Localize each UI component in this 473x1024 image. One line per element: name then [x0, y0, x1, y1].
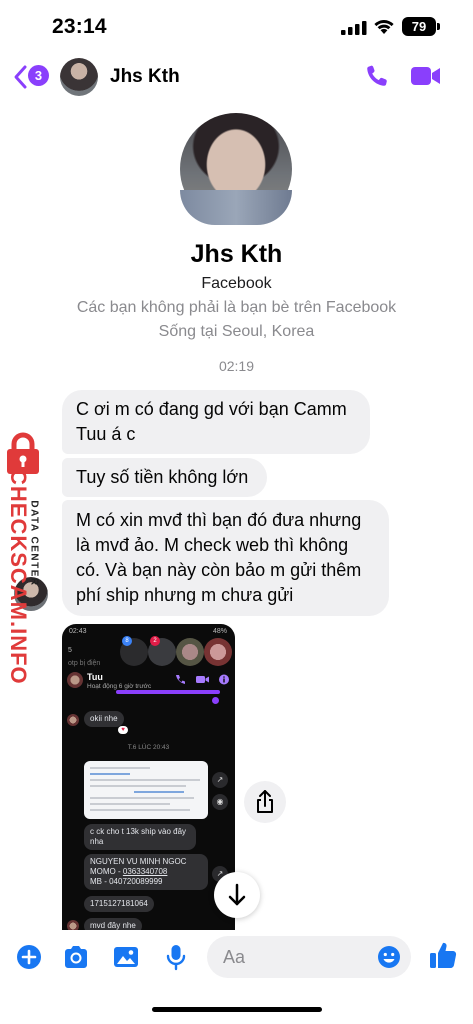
- message-bubble[interactable]: C ơi m có đang gd với bạn Camm Tuu á c: [62, 390, 370, 454]
- profile-picture-detail: [180, 190, 292, 225]
- screenshot-preview-text: otp bị điện: [68, 660, 101, 667]
- message-bubble[interactable]: Tuy số tiền không lớn: [62, 458, 267, 497]
- screenshot-chat-heads: 5 8 2: [66, 636, 232, 674]
- screenshot-read-dot: [212, 697, 219, 704]
- signal-icon: [341, 21, 367, 35]
- screenshot-highlight-bar: [116, 690, 220, 694]
- share-button[interactable]: [244, 781, 286, 823]
- message-input[interactable]: [223, 944, 363, 970]
- screenshot-activity-status: Hoạt động 6 giờ trước: [87, 683, 152, 690]
- status-time: 23:14: [52, 15, 107, 38]
- screenshot-header-icons: [176, 674, 229, 685]
- profile-name: Jhs Kth: [190, 240, 283, 268]
- heart-reaction-icon: ♥: [118, 726, 128, 734]
- watermark: DATA CENTER CHECKSCAM.INFO: [2, 432, 48, 685]
- photo-icon[interactable]: [112, 943, 140, 971]
- screenshot-document-image: [84, 761, 208, 819]
- thumbs-up-icon[interactable]: [428, 940, 458, 970]
- message-input-field[interactable]: [207, 936, 411, 978]
- home-indicator: [152, 1007, 322, 1012]
- message-composer: [0, 930, 473, 986]
- time-divider: 02:19: [218, 358, 255, 374]
- microphone-icon[interactable]: [162, 943, 190, 971]
- scroll-to-bottom-button[interactable]: [214, 872, 260, 918]
- status-bar: 23:14 79: [0, 0, 473, 52]
- screenshot-date-divider: T.6 LÚC 20:43: [127, 744, 170, 751]
- arrow-down-icon: [228, 883, 246, 906]
- plus-icon[interactable]: [15, 943, 43, 971]
- screenshot-chat-header: Tuu Hoạt động 6 giờ trước: [62, 670, 235, 704]
- camera-icon[interactable]: [62, 943, 90, 971]
- contact-avatar[interactable]: [60, 58, 98, 96]
- screenshot-contact-name: Tuu: [87, 672, 103, 682]
- chat-head-badge: 2: [150, 636, 160, 646]
- profile-relation: Các bạn không phải là bạn bè trên Facebo…: [76, 299, 397, 316]
- share-icon: [257, 790, 273, 813]
- share-icon: ↗: [212, 772, 228, 788]
- attached-screenshot[interactable]: 02:43 48% 5 8 2 otp bị điện Tuu Hoạt độn…: [62, 624, 235, 932]
- screenshot-bubble-count: 5: [68, 647, 72, 654]
- video-call-icon[interactable]: [410, 64, 442, 88]
- screenshot-contact-avatar: [67, 672, 83, 688]
- battery-tip: [437, 23, 440, 30]
- screenshot-status-battery: 48%: [212, 628, 227, 635]
- battery-indicator: 79: [402, 17, 436, 36]
- chat-head-badge: 8: [122, 636, 132, 646]
- profile-location: Sống tại Seoul, Korea: [158, 323, 315, 340]
- phone-icon[interactable]: [364, 63, 390, 89]
- watermark-title: CHECKSCAM.INFO: [6, 469, 31, 685]
- profile-source: Facebook: [201, 275, 272, 292]
- chat-head: [204, 638, 232, 666]
- unread-count-badge[interactable]: 3: [28, 65, 49, 86]
- contact-name[interactable]: Jhs Kth: [110, 66, 180, 88]
- back-chevron-icon[interactable]: [12, 64, 28, 90]
- screenshot-status-time: 02:43: [69, 628, 87, 635]
- message-bubble[interactable]: M có xin mvđ thì bạn đó đưa nhưng là mvđ…: [62, 500, 389, 616]
- chat-head: [176, 638, 204, 666]
- screenshot-sender-avatar: [67, 714, 79, 726]
- wifi-icon: [374, 20, 394, 34]
- emoji-icon[interactable]: [377, 945, 401, 969]
- screenshot-bank-message: NGUYEN VU MINH NGOC MOMO - 0363340708 MB…: [84, 854, 208, 890]
- screenshot-message: okii nhe: [84, 711, 124, 727]
- screenshot-message: c ck cho t 13k ship vào đây nha: [84, 824, 196, 850]
- screenshot-message: 1715127181064: [84, 896, 154, 912]
- camera-icon: ◉: [212, 794, 228, 810]
- chat-header: 3 Jhs Kth: [0, 52, 473, 104]
